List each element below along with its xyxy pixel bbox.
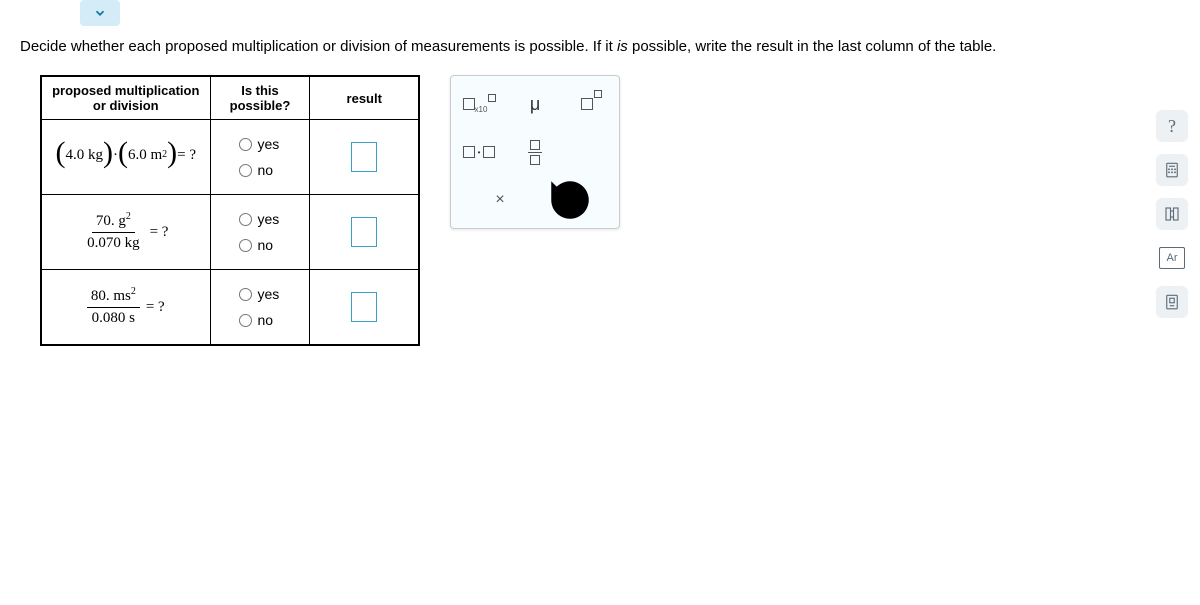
expression-3: 80. ms2 0.080 s = ? — [87, 288, 165, 327]
table-row: 70. g2 0.070 kg = ? yes no — [41, 195, 419, 270]
calculator-button[interactable] — [1156, 154, 1188, 186]
table-row: (4.0 kg) · (6.0 m2) = ? yes no — [41, 120, 419, 195]
table-row: 80. ms2 0.080 s = ? yes no — [41, 270, 419, 346]
radio-no-3[interactable]: no — [239, 312, 274, 328]
radio-no-2[interactable]: no — [239, 237, 274, 253]
keypad-sci-notation[interactable]: x10 — [461, 86, 497, 122]
result-input-3[interactable] — [351, 292, 377, 322]
keypad-clear[interactable]: × — [475, 182, 525, 218]
question-text: Decide whether each proposed multiplicat… — [0, 26, 1200, 75]
result-input-2[interactable] — [351, 217, 377, 247]
reference-button[interactable] — [1156, 286, 1188, 318]
math-keypad: x10 μ • × — [450, 75, 620, 229]
expression-2: 70. g2 0.070 kg = ? — [83, 213, 168, 252]
keypad-reset[interactable] — [545, 182, 595, 218]
periodic-table-button[interactable]: Ar — [1159, 247, 1185, 269]
keypad-mu[interactable]: μ — [517, 86, 553, 122]
radio-yes-2[interactable]: yes — [239, 211, 280, 227]
result-input-1[interactable] — [351, 142, 377, 172]
keypad-multiply-boxes[interactable]: • — [461, 134, 497, 170]
expression-1: (4.0 kg) · (6.0 m2) = ? — [55, 147, 196, 164]
help-button[interactable]: ? — [1156, 110, 1188, 142]
header-proposed: proposed multiplication or division — [41, 76, 210, 120]
measurements-table: proposed multiplication or division Is t… — [40, 75, 420, 346]
collapse-toggle[interactable] — [80, 0, 120, 26]
keypad-superscript[interactable] — [573, 86, 609, 122]
radio-yes-1[interactable]: yes — [239, 136, 280, 152]
keypad-fraction[interactable] — [517, 134, 553, 170]
tools-sidebar: ? Ar — [1156, 110, 1188, 318]
ruler-button[interactable] — [1156, 198, 1188, 230]
radio-yes-3[interactable]: yes — [239, 286, 280, 302]
radio-no-1[interactable]: no — [239, 162, 274, 178]
header-result: result — [310, 76, 419, 120]
header-possible: Is this possible? — [210, 76, 310, 120]
